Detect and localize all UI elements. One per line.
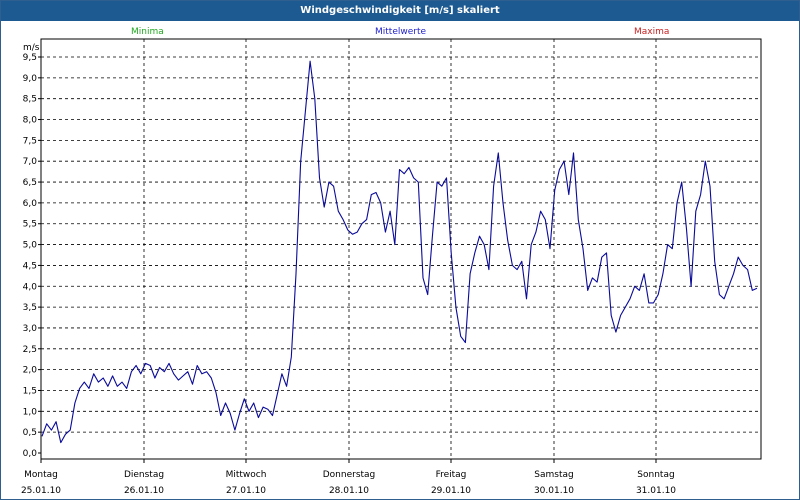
- y-tick-label: 0,5: [23, 428, 37, 438]
- x-tick-label-day: Freitag: [436, 470, 467, 480]
- x-tick-label-date: 25.01.10: [21, 486, 61, 496]
- x-tick-label-day: Samstag: [534, 470, 573, 480]
- plot-frame: [40, 38, 762, 460]
- x-tick-label-day: Donnerstag: [323, 470, 376, 480]
- y-tick-label: 3,0: [23, 324, 38, 334]
- y-tick-label: 5,5: [23, 220, 37, 230]
- x-tick-label-date: 26.01.10: [124, 486, 164, 496]
- y-tick-label: 0,0: [23, 449, 38, 459]
- y-tick-label: 6,5: [23, 178, 37, 188]
- y-tick-label: 6,0: [23, 199, 38, 209]
- y-tick-label: 7,0: [23, 157, 38, 167]
- y-tick-label: 9,5: [23, 53, 37, 63]
- y-tick-label: 3,5: [23, 303, 37, 313]
- y-tick-label: 1,5: [23, 386, 37, 396]
- y-tick-label: 8,0: [23, 116, 38, 126]
- x-tick-label-day: Mittwoch: [226, 470, 267, 480]
- y-axis-label: m/s: [23, 43, 40, 53]
- y-tick-label: 2,5: [23, 345, 37, 355]
- x-tick-label-date: 30.01.10: [534, 486, 574, 496]
- x-tick-label-date: 29.01.10: [431, 486, 471, 496]
- y-tick-label: 9,0: [23, 74, 38, 84]
- x-tick-label-day: Montag: [24, 470, 58, 480]
- y-tick-label: 4,5: [23, 261, 37, 271]
- y-tick-label: 2,0: [23, 366, 38, 376]
- x-tick-label-date: 28.01.10: [329, 486, 369, 496]
- y-tick-label: 7,5: [23, 136, 37, 146]
- y-tick-label: 5,0: [23, 241, 38, 251]
- x-tick-label-date: 27.01.10: [226, 486, 266, 496]
- x-tick-label-day: Sonntag: [637, 470, 674, 480]
- y-tick-label: 4,0: [23, 282, 38, 292]
- chart-window: Windgeschwindigkeit [m/s] skaliert Minim…: [0, 0, 800, 500]
- y-tick-label: 1,0: [23, 407, 38, 417]
- x-tick-label-date: 31.01.10: [636, 486, 676, 496]
- x-tick-label-day: Dienstag: [124, 470, 164, 480]
- y-tick-label: 8,5: [23, 95, 37, 105]
- line-chart: 0,0 0,5 1,0 1,5 2,0 2,5 3,0 3,5 4,0 4,5 5,0 5,5 6,0 6…: [21, 38, 762, 496]
